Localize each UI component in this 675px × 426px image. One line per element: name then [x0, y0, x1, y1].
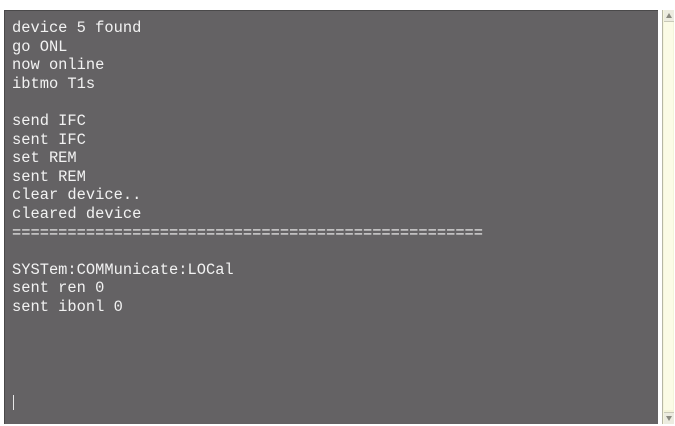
console-line: SYSTem:COMMunicate:LOCal: [12, 260, 234, 279]
console-line: now online: [12, 56, 105, 75]
console-line: cleared device: [12, 204, 142, 223]
scrollbar-track[interactable]: [664, 22, 673, 410]
terminal-window: device 5 found go ONL now online ibtmo T…: [0, 0, 675, 426]
console-line: device 5 found: [12, 19, 142, 37]
triangle-down-icon: [666, 416, 672, 421]
console-line: go ONL: [12, 37, 68, 56]
console-line: sent IFC: [12, 130, 86, 149]
console-output[interactable]: device 5 found go ONL now online ibtmo T…: [4, 10, 658, 424]
console-line: sent REM: [12, 167, 86, 186]
console-line: sent ren 0: [12, 279, 105, 298]
scroll-up-button[interactable]: [664, 10, 674, 22]
console-line: sent ibonl 0: [12, 297, 123, 316]
console-line: ibtmo T1s: [12, 74, 96, 93]
text-cursor: [13, 395, 14, 410]
scroll-down-button[interactable]: [664, 412, 674, 424]
console-text: device 5 found go ONL now online ibtmo T…: [12, 19, 654, 317]
separator-line: ========================================…: [12, 223, 484, 242]
vertical-scrollbar[interactable]: [662, 10, 674, 424]
console-line: clear device..: [12, 186, 142, 205]
triangle-up-icon: [666, 13, 672, 18]
console-line: set REM: [12, 149, 77, 168]
console-line: send IFC: [12, 111, 86, 130]
